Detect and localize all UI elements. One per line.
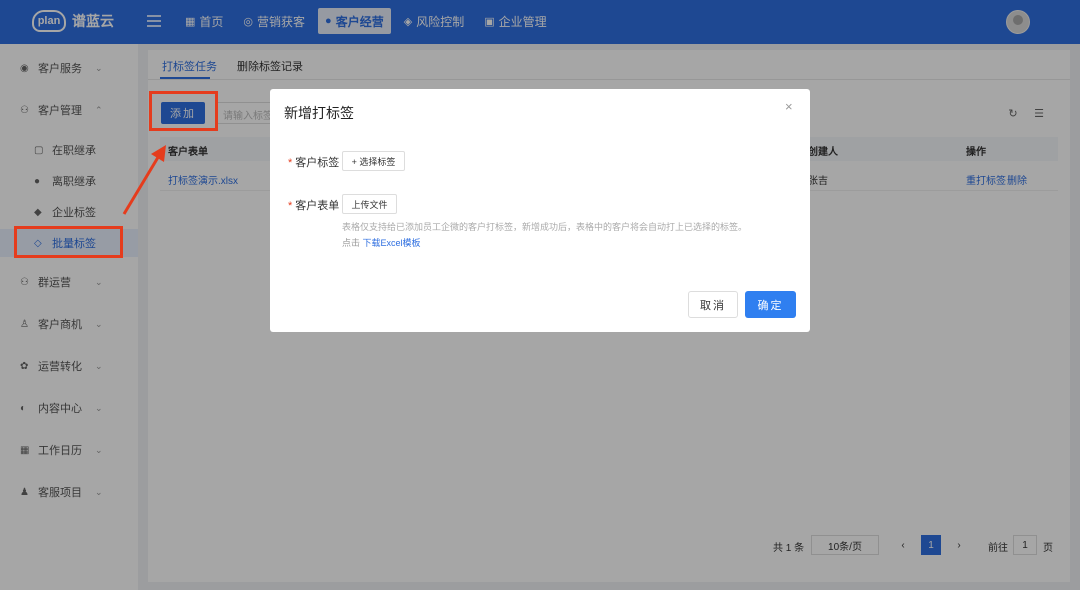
customer-tag-label: * 客户标签 (288, 154, 339, 170)
required-mark: * (288, 200, 293, 212)
modal-title: 新增打标签 (284, 105, 354, 121)
label-text: 客户表单 (295, 200, 340, 212)
annotation-box-add (149, 91, 218, 131)
required-mark: * (288, 157, 293, 169)
close-icon[interactable]: × (785, 99, 793, 114)
upload-file-button[interactable]: 上传文件 (342, 194, 397, 214)
confirm-button[interactable]: 确定 (745, 291, 796, 318)
upload-hint: 表格仅支持给已添加员工企微的客户打标签，新增成功后，表格中的客户将会自动打上已选… (342, 222, 748, 232)
label-text: 客户标签 (295, 157, 340, 169)
cancel-button[interactable]: 取消 (688, 291, 738, 318)
select-tag-button[interactable]: + 选择标签 (342, 151, 405, 171)
annotation-box-batch-tags (14, 226, 123, 258)
download-template-line: 点击 下载Excel模板 (342, 236, 421, 249)
download-prefix: 点击 (342, 238, 361, 248)
add-tagging-modal: 新增打标签 × * 客户标签 + 选择标签 * 客户表单 上传文件 表格仅支持给已添… (270, 89, 810, 332)
customer-form-label: * 客户表单 (288, 197, 339, 213)
download-template-link[interactable]: 下载Excel模板 (363, 238, 421, 248)
annotation-arrow-icon (122, 145, 166, 215)
